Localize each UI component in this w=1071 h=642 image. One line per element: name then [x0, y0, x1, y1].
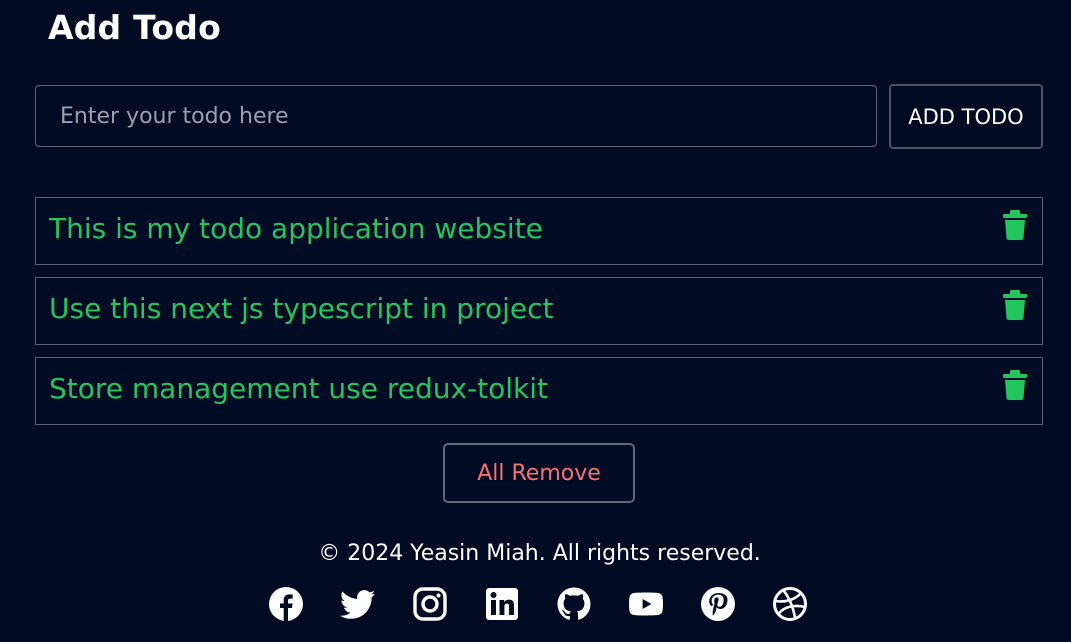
twitter-icon[interactable] — [340, 586, 376, 622]
todo-item: This is my todo application website — [35, 197, 1043, 265]
todo-text: This is my todo application website — [49, 212, 543, 245]
trash-icon[interactable] — [1002, 210, 1028, 240]
facebook-icon[interactable] — [268, 586, 304, 622]
todo-input[interactable] — [35, 85, 877, 147]
youtube-icon[interactable] — [628, 586, 664, 622]
footer-copyright: © 2024 Yeasin Miah. All rights reserved. — [318, 541, 761, 566]
remove-all-button[interactable]: All Remove — [443, 443, 635, 503]
pinterest-icon[interactable] — [700, 586, 736, 622]
dribbble-icon[interactable] — [772, 586, 808, 622]
add-todo-button[interactable]: ADD TODO — [889, 84, 1043, 149]
instagram-icon[interactable] — [412, 586, 448, 622]
todo-item: Store management use redux-tolkit — [35, 357, 1043, 425]
github-icon[interactable] — [556, 586, 592, 622]
todo-text: Store management use redux-tolkit — [49, 372, 549, 405]
social-links — [268, 586, 808, 624]
todo-page: Add Todo ADD TODO This is my todo applic… — [0, 0, 1071, 642]
todo-text: Use this next js typescript in project — [49, 292, 554, 325]
page-title: Add Todo — [48, 8, 221, 47]
trash-icon[interactable] — [1002, 290, 1028, 320]
add-todo-form: ADD TODO — [35, 84, 1043, 149]
trash-icon[interactable] — [1002, 370, 1028, 400]
linkedin-icon[interactable] — [484, 586, 520, 622]
todo-list: This is my todo application website Use … — [35, 197, 1043, 437]
todo-item: Use this next js typescript in project — [35, 277, 1043, 345]
